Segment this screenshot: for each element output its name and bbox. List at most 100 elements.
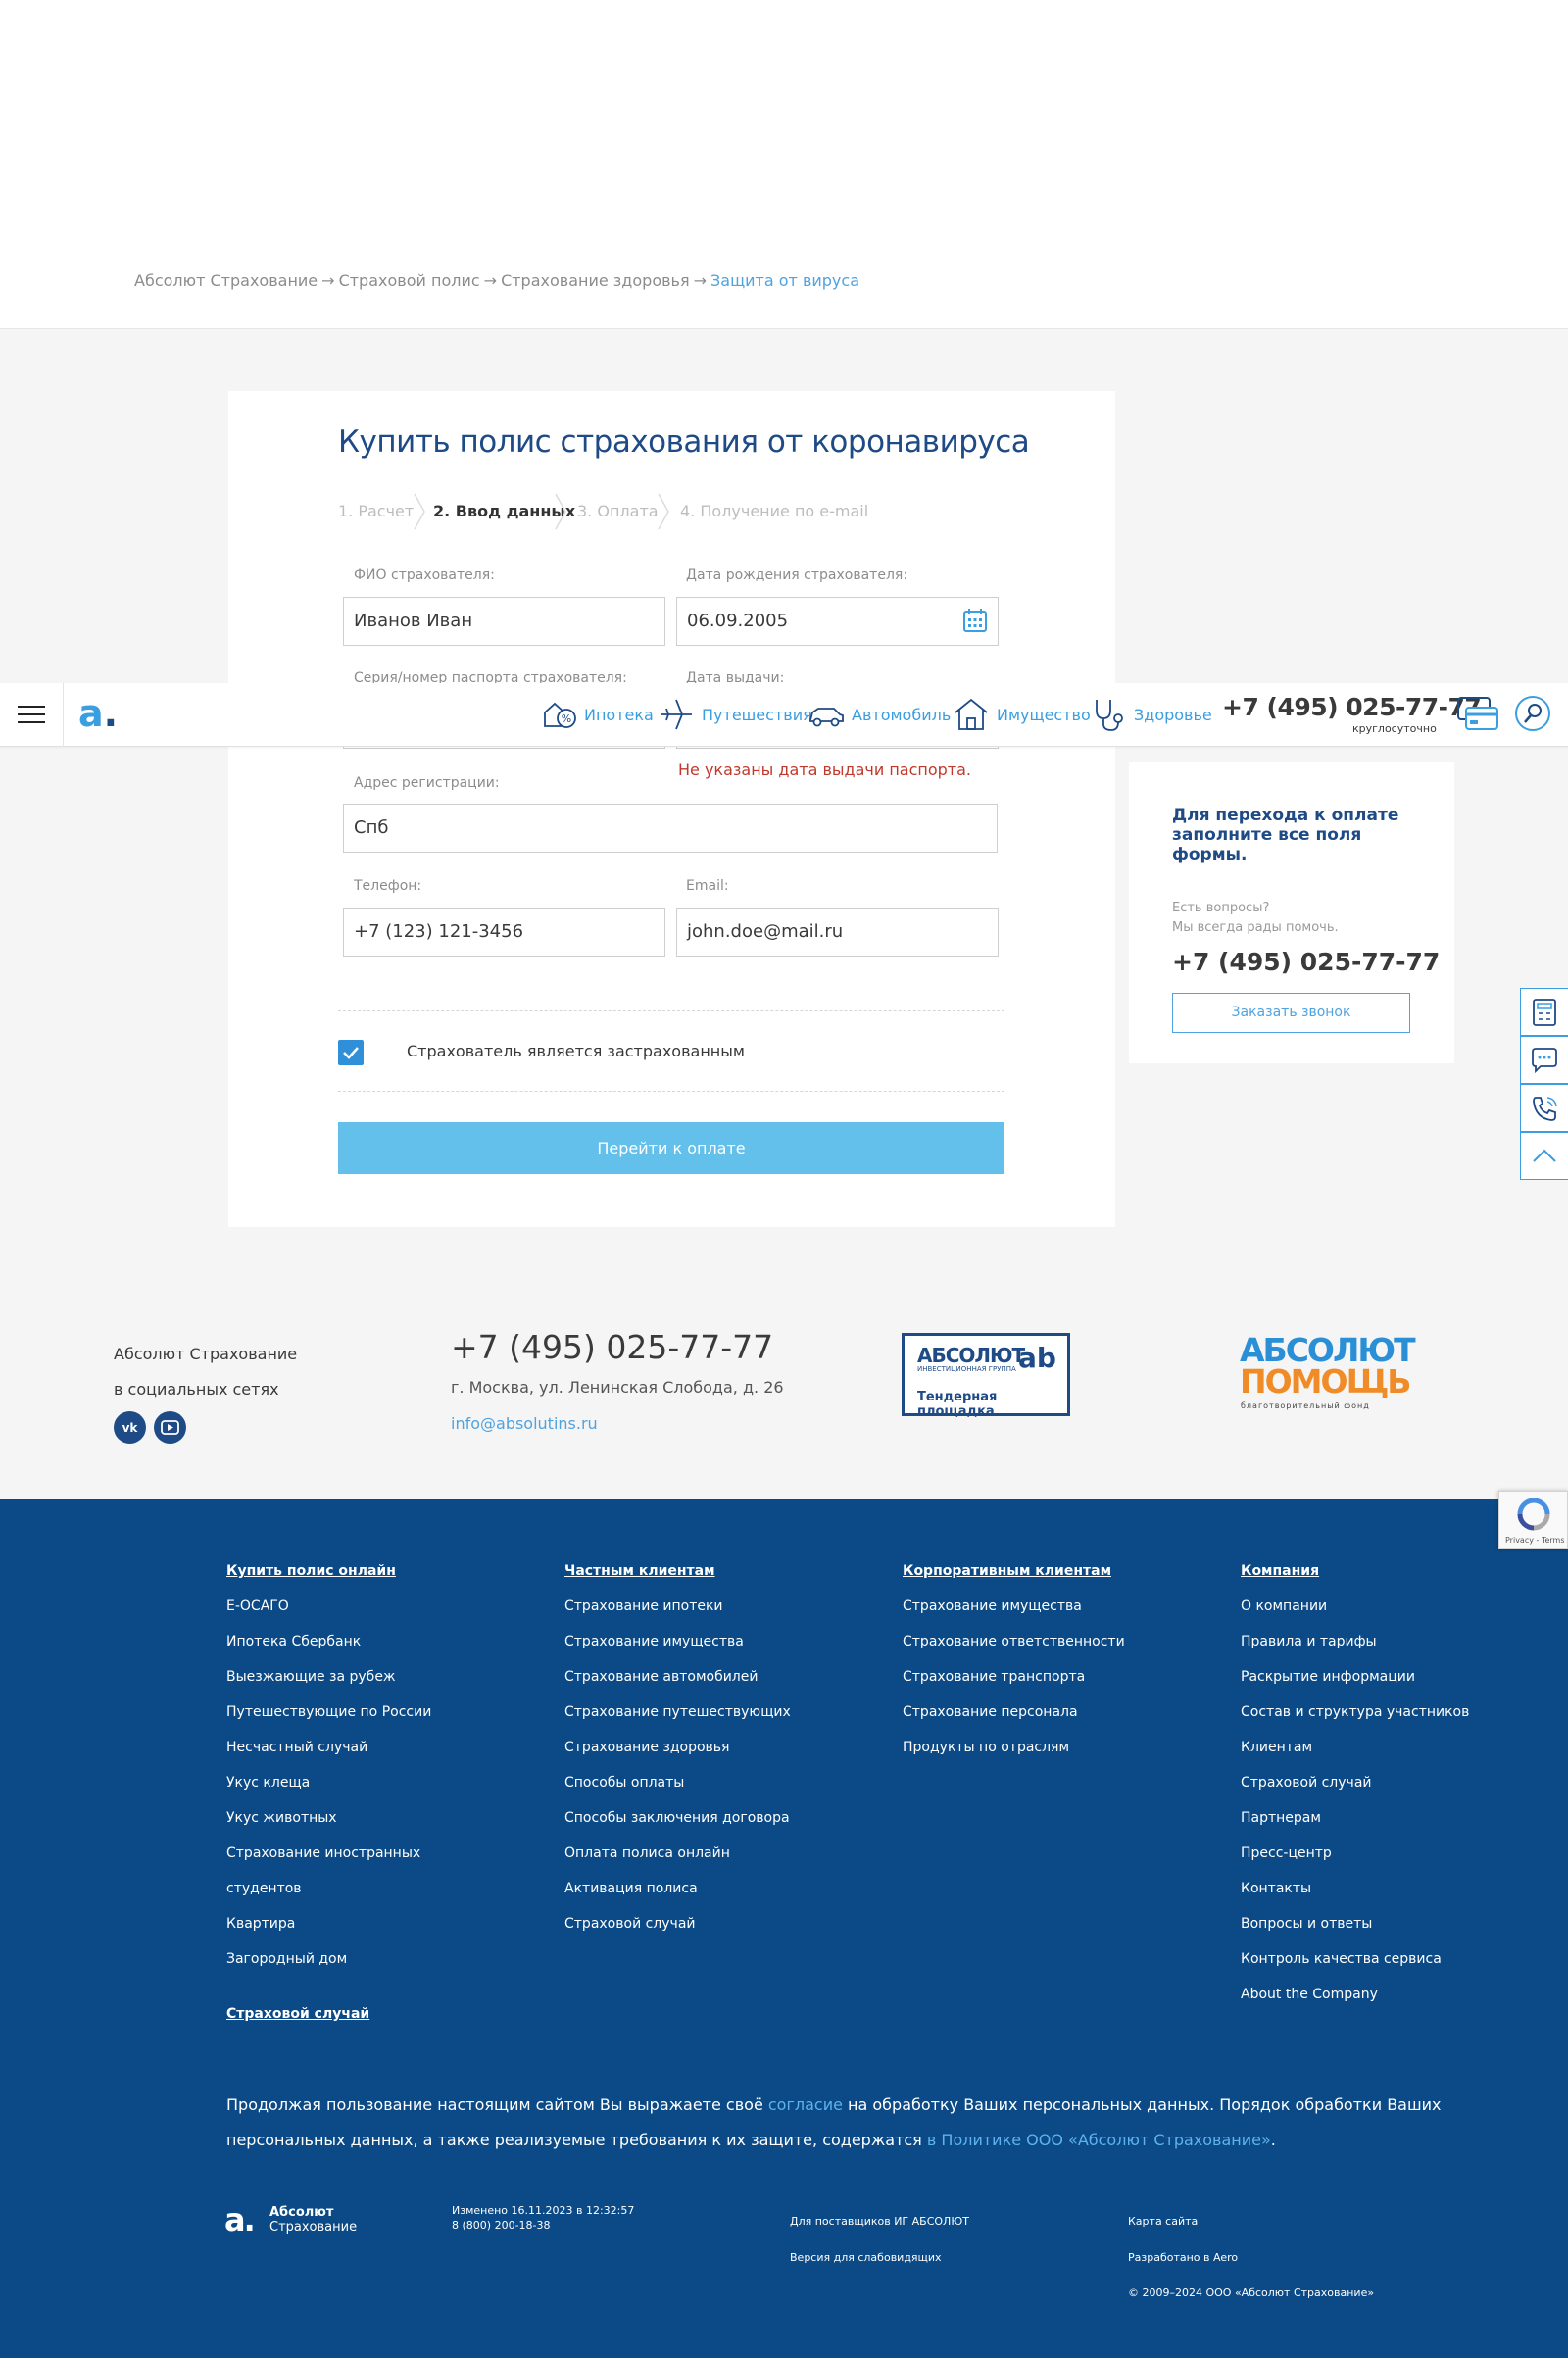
footer-link[interactable]: Страхование транспорта	[903, 1659, 1125, 1695]
nav-mortgage[interactable]: % Ипотека	[539, 695, 654, 734]
footer-column-private-clients: Частным клиентам Страхование ипотеки Стр…	[564, 1553, 791, 1941]
tender-platform-logo[interactable]: АБСОЛЮТ ИНВЕСТИЦИОННАЯ ГРУППА аb Тендерн…	[902, 1333, 1070, 1419]
footer-link[interactable]: Продукты по отраслям	[903, 1730, 1125, 1765]
insured-checkbox-label[interactable]: Страхователь является застрахованным	[407, 1042, 745, 1060]
consent-text-part: .	[1270, 2131, 1276, 2149]
footer-link[interactable]: Раскрытие информации	[1241, 1659, 1469, 1695]
footer-column-heading[interactable]: Купить полис онлайн	[226, 1553, 431, 1589]
scroll-top-button[interactable]	[1520, 1132, 1568, 1180]
footer-link[interactable]: Активация полиса	[564, 1871, 791, 1906]
menu-icon[interactable]	[18, 701, 45, 728]
footer-link[interactable]: Состав и структура участников	[1241, 1695, 1469, 1730]
email-label: Email:	[686, 878, 729, 894]
footer-link[interactable]: Страхование путешествующих	[564, 1695, 791, 1730]
nav-health[interactable]: Здоровье	[1089, 695, 1212, 734]
footer-link[interactable]: Клиентам	[1241, 1730, 1469, 1765]
nav-health-label: Здоровье	[1134, 705, 1212, 724]
step-calculation[interactable]: 1. Расчет	[338, 502, 414, 520]
checkmark-icon	[343, 1047, 359, 1059]
birth-date-input[interactable]: 06.09.2005	[676, 597, 999, 646]
go-to-payment-button[interactable]: Перейти к оплате	[338, 1122, 1004, 1174]
calendar-icon[interactable]	[962, 608, 988, 633]
calculator-icon	[1533, 999, 1556, 1026]
footer-link[interactable]: Путешествующие по России	[226, 1695, 431, 1730]
footer-link[interactable]: Контроль качества сервиса	[1241, 1941, 1469, 1977]
consent-text-part: Продолжая пользование настоящим сайтом В…	[226, 2095, 768, 2114]
hotline-phone[interactable]: 8 (800) 200-18-38	[452, 2219, 551, 2232]
sidebar-phone[interactable]: +7 (495) 025-77-77	[1172, 948, 1440, 976]
developer-link[interactable]: Разработано в Aero	[1128, 2251, 1238, 2264]
email-input[interactable]: john.doe@mail.ru	[676, 908, 999, 957]
recaptcha-badge[interactable]: Privacy - Terms	[1498, 1491, 1568, 1549]
vk-icon[interactable]: vk	[114, 1411, 146, 1444]
suppliers-link[interactable]: Для поставщиков ИГ АБСОЛЮТ	[790, 2215, 969, 2228]
call-button[interactable]	[1520, 1084, 1568, 1132]
search-icon[interactable]	[1514, 695, 1551, 732]
insured-checkbox[interactable]	[338, 1040, 364, 1065]
youtube-icon[interactable]	[154, 1411, 186, 1444]
charity-fund-logo[interactable]: АБСОЛЮТ ПОМОЩЬ благотворительный фонд	[1237, 1331, 1416, 1414]
phone-icon	[1533, 1097, 1557, 1121]
privacy-policy-link[interactable]: в Политике ООО «Абсолют Страхование»	[927, 2131, 1271, 2149]
footer-link[interactable]: Страхование здоровья	[564, 1730, 791, 1765]
phone-input[interactable]: +7 (123) 121-3456	[343, 908, 665, 957]
footer-link[interactable]: Выезжающие за рубеж	[226, 1659, 431, 1695]
step-email-delivery: 4. Получение по e-mail	[680, 502, 869, 520]
breadcrumb-item[interactable]: Страховой полис	[339, 271, 480, 290]
breadcrumb-item[interactable]: Страхование здоровья	[501, 271, 690, 290]
footer-link[interactable]: About the Company	[1241, 1977, 1469, 2012]
footer-link[interactable]: Контакты	[1241, 1871, 1469, 1906]
nav-travel[interactable]: Путешествия	[657, 695, 812, 734]
footer-link[interactable]: Пресс-центр	[1241, 1836, 1469, 1871]
footer-link[interactable]: Страхование ипотеки	[564, 1589, 791, 1624]
footer-link[interactable]: Партнерам	[1241, 1800, 1469, 1836]
footer-link[interactable]: О компании	[1241, 1589, 1469, 1624]
chat-button[interactable]	[1520, 1036, 1568, 1084]
fio-input[interactable]: Иванов Иван	[343, 597, 665, 646]
footer-link[interactable]: Загородный дом	[226, 1941, 431, 1977]
accessible-version-link[interactable]: Версия для слабовидящих	[790, 2251, 942, 2264]
logo[interactable]: a.	[78, 695, 118, 732]
footer-link[interactable]: Страхование имущества	[903, 1589, 1125, 1624]
payment-card-icon[interactable]	[1454, 694, 1501, 735]
footer-insurance-case-link[interactable]: Страховой случай	[226, 2006, 369, 2022]
nav-auto[interactable]: Автомобиль	[807, 695, 951, 734]
consent-link[interactable]: согласие	[768, 2095, 843, 2114]
footer-link[interactable]: Оплата полиса онлайн	[564, 1836, 791, 1871]
footer-link[interactable]: Е-ОСАГО	[226, 1589, 431, 1624]
footer-column-heading[interactable]: Компания	[1241, 1553, 1469, 1589]
footer-logo[interactable]: a. Абсолют Страхование	[224, 2201, 362, 2240]
charity-logo-line2: ПОМОЩЬ	[1240, 1362, 1411, 1400]
footer-link[interactable]: Страховой случай	[1241, 1765, 1469, 1800]
charity-logo-line3: благотворительный фонд	[1241, 1401, 1370, 1410]
footer-link[interactable]: Страхование иностранных	[226, 1836, 431, 1871]
footer-link[interactable]: Способы заключения договора	[564, 1800, 791, 1836]
footer-link[interactable]: Несчастный случай	[226, 1730, 431, 1765]
footer-link[interactable]: Укус животных	[226, 1800, 431, 1836]
footer-phone[interactable]: +7 (495) 025-77-77	[451, 1328, 773, 1366]
calculator-button[interactable]	[1520, 988, 1568, 1036]
footer-column-heading[interactable]: Корпоративным клиентам	[903, 1553, 1125, 1589]
address-input[interactable]: Спб	[343, 804, 998, 853]
header-phone[interactable]: +7 (495) 025-77-77	[1222, 693, 1482, 721]
footer-link[interactable]: Страховой случай	[564, 1906, 791, 1941]
footer-link[interactable]: Вопросы и ответы	[1241, 1906, 1469, 1941]
breadcrumb-item[interactable]: Абсолют Страхование	[134, 271, 318, 290]
request-callback-button[interactable]: Заказать звонок	[1172, 993, 1410, 1033]
footer-link[interactable]: Страхование автомобилей	[564, 1659, 791, 1695]
footer-link[interactable]: Страхование имущества	[564, 1624, 791, 1659]
footer-column-heading[interactable]: Частным клиентам	[564, 1553, 791, 1589]
footer-link[interactable]: Ипотека Сбербанк	[226, 1624, 431, 1659]
footer-link[interactable]: Квартира	[226, 1906, 431, 1941]
chevron-up-icon	[1533, 1149, 1556, 1162]
footer-email[interactable]: info@absolutins.ru	[451, 1414, 598, 1433]
footer-link[interactable]: студентов	[226, 1871, 431, 1906]
footer-link[interactable]: Страхование ответственности	[903, 1624, 1125, 1659]
recaptcha-text[interactable]: Privacy - Terms	[1505, 1536, 1565, 1545]
sitemap-link[interactable]: Карта сайта	[1128, 2215, 1198, 2228]
footer-link[interactable]: Правила и тарифы	[1241, 1624, 1469, 1659]
footer-link[interactable]: Страхование персонала	[903, 1695, 1125, 1730]
footer-link[interactable]: Укус клеща	[226, 1765, 431, 1800]
nav-property[interactable]: Имущество	[952, 695, 1091, 734]
footer-link[interactable]: Способы оплаты	[564, 1765, 791, 1800]
